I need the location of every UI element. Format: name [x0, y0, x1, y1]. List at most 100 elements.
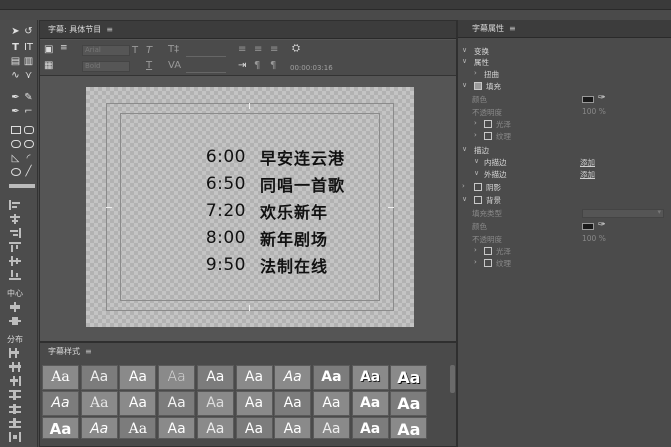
bg-texture-checkbox[interactable] — [484, 259, 492, 267]
circle-tool-icon[interactable] — [11, 168, 21, 176]
style-swatch[interactable]: Aa — [312, 417, 350, 439]
clipped-rectangle-tool-icon[interactable] — [11, 140, 21, 148]
style-swatch[interactable]: Aa — [196, 365, 234, 390]
properties-tab[interactable]: 字幕属性 ≡ — [458, 20, 671, 38]
font-family-field[interactable]: Arial — [82, 45, 130, 56]
eyedropper-icon[interactable]: ✑ — [598, 220, 606, 230]
bg-color-swatch[interactable] — [582, 223, 594, 230]
type-tool-icon[interactable]: T — [9, 42, 22, 53]
italic-icon[interactable]: T — [146, 45, 152, 56]
rounded-rectangle-tool-icon[interactable] — [24, 126, 34, 134]
style-swatch[interactable]: Aa — [390, 417, 428, 439]
schedule-text[interactable]: 6:00 早安连云港 6:50 同唱一首歌 7:20 欢乐新年 8:00 新年剧场 9:… — [182, 143, 345, 278]
rectangle-tool-icon[interactable] — [11, 126, 21, 134]
style-swatch[interactable]: Aa — [80, 365, 118, 390]
designer-tab[interactable]: 字幕: 具体节目 ≡ — [40, 21, 456, 39]
path-type-tool-icon[interactable]: ∿ — [9, 70, 22, 81]
paragraph-icon[interactable]: ¶ — [270, 60, 276, 71]
delete-anchor-tool-icon[interactable]: ✎ — [22, 92, 35, 103]
area-type-tool-icon[interactable]: ▤ — [9, 56, 22, 67]
styles-menu-icon[interactable]: ≡ — [85, 347, 92, 356]
style-swatch[interactable]: Aa — [235, 365, 273, 390]
line-tool-icon[interactable]: ╱ — [22, 166, 35, 177]
style-swatch[interactable]: Aa — [312, 365, 350, 390]
fill-opacity-value[interactable]: 100 % — [582, 107, 606, 116]
align-top-icon[interactable] — [9, 242, 25, 252]
texture-checkbox[interactable] — [484, 132, 492, 140]
kerning-icon[interactable]: VA — [168, 60, 181, 71]
show-background-video-icon[interactable]: ⛭ — [292, 43, 300, 54]
text-align-left-icon[interactable]: ≡ — [238, 44, 246, 55]
convert-anchor-tool-icon[interactable]: ⌐ — [22, 106, 35, 117]
pen-tool-icon[interactable]: ✒ — [9, 92, 22, 103]
font-size-icon[interactable]: T‡ — [168, 44, 179, 55]
ellipse-tool-icon[interactable] — [24, 140, 34, 148]
text-align-right-icon[interactable]: ≡ — [270, 44, 278, 55]
text-direction-icon[interactable]: ¶ — [254, 60, 260, 71]
vertical-area-type-tool-icon[interactable]: ▥ — [22, 56, 35, 67]
style-swatch[interactable]: Aa — [80, 417, 118, 439]
tab-stops-icon[interactable]: ⇥ — [238, 60, 246, 71]
fill-type-dropdown[interactable] — [582, 208, 664, 218]
new-title-icon[interactable]: ▣ — [44, 44, 53, 55]
add-anchor-tool-icon[interactable]: ✒ — [9, 106, 22, 117]
style-swatch[interactable]: Aa — [235, 417, 273, 439]
style-swatch[interactable]: Aa — [274, 417, 312, 439]
selection-tool-icon[interactable]: ➤ — [9, 26, 22, 37]
style-swatch[interactable]: Aa — [196, 417, 234, 439]
distribute-left-icon[interactable] — [9, 348, 25, 358]
distribute-spacing-icon[interactable] — [9, 432, 25, 442]
style-swatch[interactable]: Aa — [119, 365, 157, 390]
style-swatch[interactable]: Aa — [158, 391, 196, 416]
shadow-checkbox[interactable] — [474, 183, 482, 191]
style-swatch[interactable]: Aa — [351, 391, 389, 416]
style-swatch[interactable]: Aa — [390, 391, 428, 416]
wedge-tool-icon[interactable]: ◺ — [9, 153, 22, 164]
fill-color-swatch[interactable] — [582, 96, 594, 103]
style-swatch[interactable]: Aa — [119, 417, 157, 439]
gloss-checkbox[interactable] — [484, 120, 492, 128]
properties-menu-icon[interactable]: ≡ — [509, 24, 516, 33]
title-canvas[interactable]: 6:00 早安连云港 6:50 同唱一首歌 7:20 欢乐新年 8:00 新年剧场 9:… — [86, 87, 414, 327]
distribute-right-icon[interactable] — [9, 376, 25, 386]
center-horizontal-icon[interactable] — [9, 302, 25, 312]
align-right-icon[interactable] — [9, 228, 25, 238]
style-swatch[interactable]: Aa — [196, 391, 234, 416]
style-swatch[interactable]: Aa — [119, 391, 157, 416]
style-swatch[interactable]: Aa — [42, 365, 79, 390]
arc-tool-icon[interactable]: ◜ — [22, 153, 35, 164]
style-swatch[interactable]: Aa — [274, 365, 312, 390]
style-swatch[interactable]: Aa — [390, 365, 428, 390]
styles-tab[interactable]: 字幕样式 ≡ — [40, 343, 456, 360]
style-swatch[interactable]: Aa — [351, 417, 389, 439]
align-left-icon[interactable] — [9, 200, 25, 210]
font-style-field[interactable]: Bold — [82, 61, 130, 72]
bold-icon[interactable]: T — [132, 45, 138, 56]
templates-icon[interactable]: ▦ — [44, 60, 53, 71]
vertical-path-type-tool-icon[interactable]: ⋎ — [22, 70, 35, 81]
underline-icon[interactable]: T — [146, 60, 152, 71]
align-center-icon[interactable] — [9, 214, 25, 224]
bg-opacity-value[interactable]: 100 % — [582, 234, 606, 243]
distribute-bottom-icon[interactable] — [9, 418, 25, 428]
rotate-tool-icon[interactable]: ↺ — [22, 26, 35, 37]
text-align-center-icon[interactable]: ≡ — [254, 44, 262, 55]
bg-gloss-checkbox[interactable] — [484, 247, 492, 255]
roll-crawl-icon[interactable]: ≡ — [60, 43, 68, 53]
distribute-center-icon[interactable] — [9, 362, 25, 372]
vertical-type-tool-icon[interactable]: IT — [22, 42, 35, 53]
distribute-horizontal-icon[interactable] — [9, 390, 25, 400]
add-outer-stroke-link[interactable]: 添加 — [580, 169, 595, 180]
style-swatch[interactable]: Aa — [42, 417, 79, 439]
align-bottom-icon[interactable] — [9, 270, 25, 280]
kerning-slider[interactable] — [186, 62, 226, 73]
background-checkbox[interactable] — [474, 196, 482, 204]
timecode[interactable]: 00:00:03:16 — [290, 64, 333, 72]
style-swatch[interactable]: Aa — [274, 391, 312, 416]
style-swatch[interactable]: Aa — [312, 391, 350, 416]
eyedropper-icon[interactable]: ✑ — [598, 93, 606, 103]
distribute-middle-icon[interactable] — [9, 404, 25, 414]
styles-scrollbar[interactable] — [450, 365, 455, 393]
font-size-slider[interactable] — [186, 46, 226, 57]
fill-checkbox[interactable] — [474, 82, 482, 90]
